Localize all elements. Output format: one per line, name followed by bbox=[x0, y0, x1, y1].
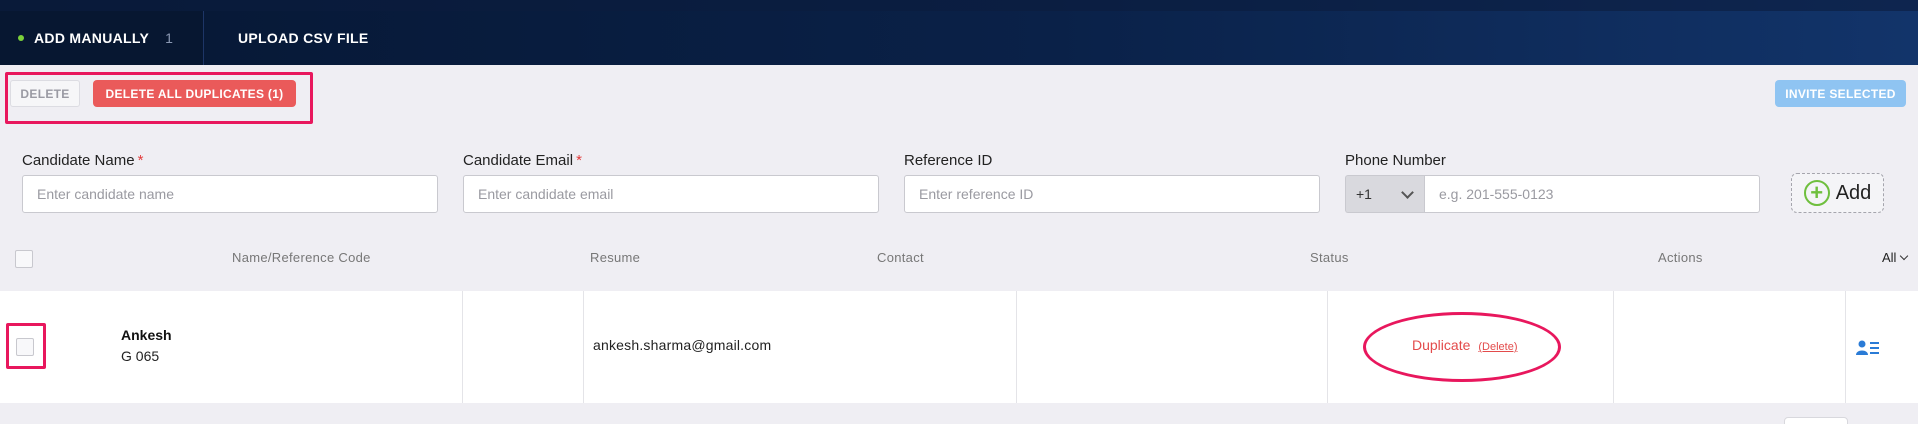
column-header-name: Name/Reference Code bbox=[232, 250, 371, 265]
column-header-contact: Contact bbox=[877, 250, 924, 265]
delete-button[interactable]: DELETE bbox=[10, 80, 80, 107]
tab-add-manually-count: 1 bbox=[165, 30, 174, 46]
column-header-resume: Resume bbox=[590, 250, 641, 265]
candidate-name-input[interactable] bbox=[22, 175, 438, 213]
required-marker: * bbox=[137, 152, 144, 169]
country-code-value: +1 bbox=[1356, 186, 1372, 202]
table-row bbox=[0, 291, 1918, 403]
tab-add-manually[interactable]: ADD MANUALLY 1 bbox=[0, 11, 204, 65]
status-cell: Duplicate (Delete) bbox=[1412, 337, 1518, 353]
profile-list-icon[interactable] bbox=[1856, 340, 1880, 356]
header-strip bbox=[0, 0, 1918, 11]
profile-list-svg bbox=[1856, 340, 1879, 355]
candidate-name-label: Candidate Name * bbox=[22, 152, 143, 169]
cell-divider bbox=[1327, 291, 1328, 403]
candidate-email: ankesh.sharma@gmail.com bbox=[593, 337, 772, 353]
phone-number-label: Phone Number bbox=[1345, 152, 1446, 169]
active-dot-icon bbox=[18, 35, 24, 41]
add-button-label: Add bbox=[1835, 181, 1872, 204]
phone-number-input[interactable] bbox=[1424, 175, 1760, 213]
country-code-select[interactable]: +1 bbox=[1345, 175, 1424, 213]
required-marker: * bbox=[576, 152, 582, 169]
candidate-name: Ankesh bbox=[121, 327, 172, 343]
tab-add-manually-label: ADD MANUALLY bbox=[34, 30, 150, 46]
chevron-down-icon bbox=[1900, 251, 1909, 261]
candidate-name-label-text: Candidate Name bbox=[22, 152, 135, 169]
filter-label: All bbox=[1882, 250, 1897, 265]
cell-divider bbox=[583, 291, 584, 403]
pagination-control[interactable] bbox=[1784, 417, 1848, 424]
status-delete-link[interactable]: (Delete) bbox=[1478, 341, 1517, 353]
cell-divider bbox=[462, 291, 463, 403]
candidate-email-input[interactable] bbox=[463, 175, 879, 213]
row-checkbox[interactable] bbox=[16, 338, 34, 356]
candidate-email-label-text: Candidate Email bbox=[463, 152, 574, 169]
filter-dropdown[interactable]: All bbox=[1882, 250, 1909, 265]
invite-selected-button[interactable]: INVITE SELECTED bbox=[1775, 80, 1906, 107]
column-header-status: Status bbox=[1310, 250, 1349, 265]
column-header-actions: Actions bbox=[1658, 250, 1703, 265]
add-candidate-button[interactable]: + Add bbox=[1791, 173, 1884, 213]
cell-divider bbox=[1016, 291, 1017, 403]
delete-all-duplicates-button[interactable]: DELETE ALL DUPLICATES (1) bbox=[93, 80, 296, 107]
candidate-email-label: Candidate Email * bbox=[463, 152, 582, 169]
select-all-checkbox[interactable] bbox=[15, 250, 33, 268]
tab-upload-csv[interactable]: UPLOAD CSV FILE bbox=[238, 11, 369, 65]
cell-divider bbox=[1845, 291, 1846, 403]
reference-id-label: Reference ID bbox=[904, 152, 993, 169]
candidate-reference-code: G 065 bbox=[121, 348, 160, 364]
cell-divider bbox=[1613, 291, 1614, 403]
top-header: ADD MANUALLY 1 UPLOAD CSV FILE bbox=[0, 0, 1918, 65]
plus-circle-icon: + bbox=[1803, 180, 1830, 206]
status-duplicate-label: Duplicate bbox=[1412, 337, 1471, 353]
tab-upload-csv-label: UPLOAD CSV FILE bbox=[238, 30, 369, 46]
chevron-down-icon bbox=[1401, 186, 1414, 199]
reference-id-input[interactable] bbox=[904, 175, 1320, 213]
